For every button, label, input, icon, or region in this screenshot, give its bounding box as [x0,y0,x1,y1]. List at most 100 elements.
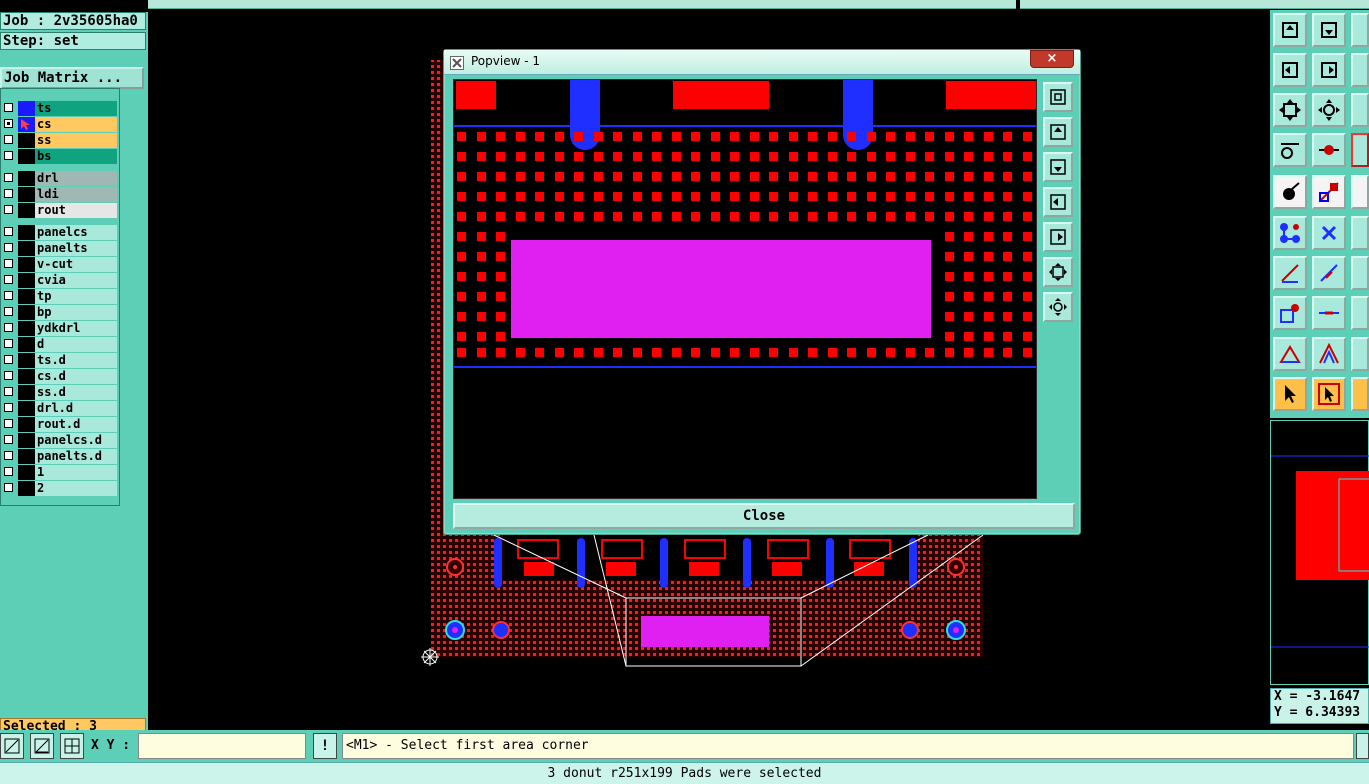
node-icon[interactable] [1351,216,1369,250]
layer-row-ydkdrl[interactable]: ydkdrl [3,321,117,336]
layer-checkbox[interactable] [4,419,13,428]
add-pad-icon[interactable] [1273,296,1307,330]
move-left-icon[interactable] [1273,53,1307,87]
select-pad-icon[interactable] [1273,175,1307,209]
delete-icon[interactable] [1312,216,1346,250]
layer-row-panelcs[interactable]: panelcs [3,225,117,240]
move-up-icon[interactable] [1273,13,1307,47]
job-matrix-button[interactable]: Job Matrix ... [0,67,144,89]
net-icon[interactable] [1351,133,1369,167]
polygon-icon[interactable] [1273,337,1307,371]
layer-row-ldi[interactable]: ldi [3,187,117,202]
split-extra-icon[interactable] [1351,296,1369,330]
pan-icon[interactable] [1312,93,1346,127]
info-icon[interactable]: ! [313,733,337,759]
layer-row-drl.d[interactable]: drl.d [3,401,117,416]
layer-row-1[interactable]: 1 [3,465,117,480]
pan-icon[interactable] [1043,292,1073,322]
layer-checkbox[interactable] [4,243,13,252]
layer-checkbox[interactable] [4,403,13,412]
layer-checkbox[interactable] [4,227,13,236]
angle-toggle-icon[interactable] [30,733,54,759]
shape-extra-icon[interactable] [1351,337,1369,371]
layer-row-ss.d[interactable]: ss.d [3,385,117,400]
zoom-extra-icon[interactable] [1351,93,1369,127]
layer-name: tp [35,289,117,304]
layer-checkbox[interactable] [4,355,13,364]
prompt-extra-button[interactable] [1356,733,1369,759]
connect-icon[interactable] [1273,216,1307,250]
select-frame-icon[interactable] [1312,377,1346,411]
draw-arc-icon[interactable] [1351,256,1369,290]
layer-row-d[interactable]: d [3,337,117,352]
layer-row-cs.d[interactable]: cs.d [3,369,117,384]
grid-toggle-icon[interactable] [60,733,84,759]
draw-angle-icon[interactable] [1312,256,1346,290]
close-icon[interactable]: × [1030,50,1074,68]
layer-row-cs[interactable]: cs [3,117,117,132]
layer-row-ss[interactable]: ss [3,133,117,148]
layer-checkbox[interactable] [4,135,13,144]
layer-checkbox[interactable] [4,119,13,128]
layer-row-ts.d[interactable]: ts.d [3,353,117,368]
layer-row-drl[interactable]: drl [3,171,117,186]
move-down-icon[interactable] [1312,13,1346,47]
move-right-icon[interactable] [1043,222,1073,252]
move-right-icon[interactable] [1312,53,1346,87]
measure-icon[interactable] [1273,133,1307,167]
layer-checkbox[interactable] [4,205,13,214]
layer-row-2[interactable]: 2 [3,481,117,496]
layer-row-bs[interactable]: bs [3,149,117,164]
layer-checkbox[interactable] [4,339,13,348]
layer-checkbox[interactable] [4,371,13,380]
layer-checkbox[interactable] [4,189,13,198]
move-left-icon[interactable] [1043,187,1073,217]
fit-screen-icon[interactable] [1043,257,1073,287]
layer-checkbox[interactable] [4,387,13,396]
triangle-icon[interactable] [1312,337,1346,371]
layer-checkbox[interactable] [4,103,13,112]
xy-input[interactable] [138,733,306,759]
snap-icon[interactable] [1312,133,1346,167]
layer-checkbox[interactable] [4,275,13,284]
select-arrow-icon[interactable] [1273,377,1307,411]
popview-titlebar[interactable]: Popview - 1 × [444,50,1080,75]
split-line-icon[interactable] [1312,296,1346,330]
layer-checkbox[interactable] [4,467,13,476]
layer-checkbox[interactable] [4,451,13,460]
select-text-icon[interactable] [1351,175,1369,209]
layer-row-bp[interactable]: bp [3,305,117,320]
popview-close-button[interactable]: Close [453,503,1075,529]
move-up-icon[interactable] [1043,117,1073,147]
layer-checkbox[interactable] [4,291,13,300]
layer-checkbox[interactable] [4,173,13,182]
layer-row-cvia[interactable]: cvia [3,273,117,288]
layer-row-rout.d[interactable]: rout.d [3,417,117,432]
overview-map[interactable] [1270,420,1369,685]
layer-checkbox[interactable] [4,151,13,160]
move-extra-icon[interactable] [1351,13,1369,47]
move-down-icon[interactable] [1043,152,1073,182]
layer-row-panelts[interactable]: panelts [3,241,117,256]
popview-canvas[interactable] [453,79,1037,499]
layer-checkbox[interactable] [4,323,13,332]
draw-line-icon[interactable] [1273,256,1307,290]
snap-toggle-icon[interactable] [0,733,24,759]
layer-checkbox[interactable] [4,307,13,316]
layer-row-panelts.d[interactable]: panelts.d [3,449,117,464]
layer-color-swatch [18,433,35,448]
layer-row-tp[interactable]: tp [3,289,117,304]
layer-row-ts[interactable]: ts [3,101,117,116]
layer-name: panelcs.d [35,433,117,448]
layer-row-rout[interactable]: rout [3,203,117,218]
rotate-icon[interactable] [1351,53,1369,87]
layer-checkbox[interactable] [4,483,13,492]
zoom-window-icon[interactable] [1043,82,1073,112]
layer-row-panelcs.d[interactable]: panelcs.d [3,433,117,448]
layer-checkbox[interactable] [4,435,13,444]
layer-row-v-cut[interactable]: v-cut [3,257,117,272]
select-line-icon[interactable] [1312,175,1346,209]
select-extra-icon[interactable] [1351,377,1369,411]
layer-checkbox[interactable] [4,259,13,268]
fit-screen-icon[interactable] [1273,93,1307,127]
